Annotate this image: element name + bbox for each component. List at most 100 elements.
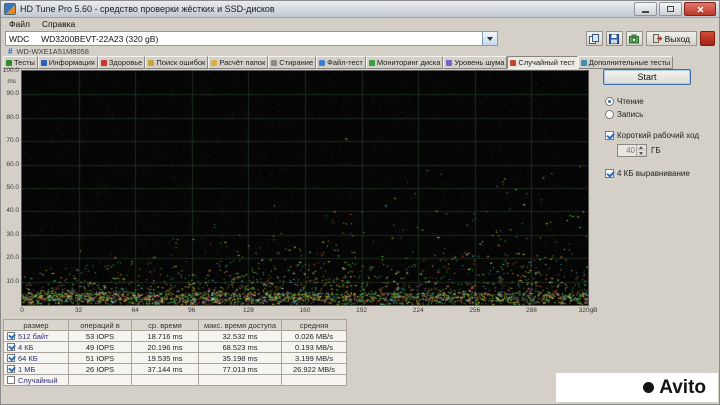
align-4k-checkbox[interactable]: 4 КБ выравнивание bbox=[605, 169, 719, 178]
screenshot-button[interactable] bbox=[625, 31, 643, 46]
close-icon bbox=[697, 6, 703, 12]
drive-selector-value: WDC WD3200BEVT-22A23 (320 gB) bbox=[9, 33, 159, 44]
information-icon bbox=[40, 59, 47, 66]
exit-icon bbox=[652, 34, 662, 43]
tab-disk-monitor[interactable]: Мониторинг диска bbox=[365, 56, 444, 69]
tab-label: Поиск ошибок bbox=[156, 58, 206, 67]
tab-label: Уровень шума bbox=[454, 58, 505, 67]
checkbox-checked-icon bbox=[605, 169, 614, 178]
table-cell-speed: 3.199 MB/s bbox=[282, 353, 346, 363]
row-checkbox[interactable] bbox=[7, 332, 15, 340]
x-tick-label: 224 bbox=[412, 307, 424, 314]
short-stroke-label: Короткий рабочий ход bbox=[617, 131, 700, 140]
tab-file-test[interactable]: Файл-тест bbox=[316, 56, 366, 69]
drive-selector[interactable]: WDC WD3200BEVT-22A23 (320 gB) bbox=[5, 31, 498, 46]
disk-monitor-icon bbox=[368, 59, 375, 66]
spinner-buttons[interactable] bbox=[636, 145, 646, 156]
table-cell-avg: 18.716 ms bbox=[132, 331, 198, 341]
table-cell-iops: 51 IOPS bbox=[69, 353, 131, 363]
y-axis-unit: ms bbox=[7, 78, 16, 85]
tab-label: Стирание bbox=[279, 58, 314, 67]
size-label: 64 КБ bbox=[18, 353, 38, 363]
row-checkbox[interactable] bbox=[7, 354, 15, 362]
titlebar[interactable]: HD Tune Pro 5.60 - средство проверки жёс… bbox=[1, 1, 719, 18]
y-tick-label: 50.0 bbox=[6, 184, 19, 191]
table-header: размер bbox=[4, 320, 68, 330]
table-cell-max: 35.198 ms bbox=[199, 353, 281, 363]
folder-usage-icon bbox=[211, 59, 218, 66]
menubar: Файл Справка bbox=[1, 18, 719, 30]
tab-erase[interactable]: Стирание bbox=[268, 56, 317, 69]
read-radio[interactable]: Чтение bbox=[605, 97, 719, 106]
spinner-down-icon[interactable] bbox=[637, 150, 646, 156]
table-row-size: Случайный bbox=[4, 375, 68, 385]
hdtune-window: HD Tune Pro 5.60 - средство проверки жёс… bbox=[0, 0, 720, 405]
row-checkbox[interactable] bbox=[7, 343, 15, 351]
table-cell-avg: 20.196 ms bbox=[132, 342, 198, 352]
table-header: ср. время bbox=[132, 320, 198, 330]
tests-icon bbox=[6, 59, 12, 66]
tab-label: Случайный тест bbox=[518, 58, 575, 67]
window-title: HD Tune Pro 5.60 - средство проверки жёс… bbox=[20, 4, 275, 14]
write-radio[interactable]: Запись bbox=[605, 110, 719, 119]
capacity-input[interactable]: 40 bbox=[617, 144, 647, 157]
size-label: Случайный bbox=[18, 375, 58, 385]
exit-label: Выход bbox=[664, 33, 690, 44]
y-tick-label: 40.0 bbox=[6, 207, 19, 215]
table-cell-max: 77.013 ms bbox=[199, 364, 281, 374]
start-button[interactable]: Start bbox=[603, 69, 691, 85]
tab-label: Здоровье bbox=[108, 58, 143, 67]
copy-button[interactable] bbox=[585, 31, 603, 46]
error-scan-icon bbox=[148, 59, 155, 66]
x-tick-label: 32 bbox=[74, 307, 83, 314]
avito-logo-dot-icon bbox=[643, 382, 655, 393]
menu-file[interactable]: Файл bbox=[3, 19, 36, 29]
y-tick-label: 80.0 bbox=[6, 113, 19, 121]
row-checkbox[interactable] bbox=[7, 365, 15, 373]
minimize-button[interactable] bbox=[634, 2, 657, 16]
tab-information[interactable]: Информация bbox=[37, 56, 98, 69]
dropdown-arrow-icon[interactable] bbox=[482, 32, 497, 45]
file-test-icon bbox=[319, 59, 326, 66]
y-tick-label: 100.0 bbox=[2, 67, 19, 74]
x-tick-label: 288 bbox=[525, 307, 537, 314]
tab-error-scan[interactable]: Поиск ошибок bbox=[145, 56, 209, 69]
y-tick-label: 60.0 bbox=[6, 160, 19, 168]
table-cell-max: 68.523 ms bbox=[199, 342, 281, 352]
tab-health[interactable]: Здоровье bbox=[97, 56, 146, 69]
tab-random-test[interactable]: Случайный тест bbox=[507, 56, 578, 69]
y-tick-label: 90.0 bbox=[6, 90, 19, 98]
health-icon bbox=[100, 59, 107, 66]
tab-noise-level[interactable]: Уровень шума bbox=[443, 56, 508, 69]
table-cell-max: 32.532 ms bbox=[199, 331, 281, 341]
table-cell-iops: 53 IOPS bbox=[69, 331, 131, 341]
app-icon bbox=[4, 3, 16, 15]
short-stroke-checkbox[interactable]: Короткий рабочий ход bbox=[605, 131, 719, 140]
size-label: 512 байт bbox=[18, 331, 49, 341]
window-controls bbox=[634, 2, 716, 16]
row-checkbox[interactable] bbox=[7, 376, 15, 384]
x-tick-label: 192 bbox=[356, 307, 368, 314]
side-panel: Start Чтение Запись Короткий рабочий ход… bbox=[595, 67, 719, 178]
save-screenshot-button[interactable] bbox=[605, 31, 623, 46]
close-button[interactable] bbox=[684, 2, 716, 16]
exit-button[interactable]: Выход bbox=[645, 31, 697, 46]
record-icon[interactable] bbox=[700, 31, 715, 46]
y-tick-label: 30.0 bbox=[6, 230, 19, 238]
toolbar: WDC WD3200BEVT-22A23 (320 gB) Выход bbox=[1, 30, 719, 47]
maximize-button[interactable] bbox=[659, 2, 682, 16]
x-tick-label: 96 bbox=[188, 307, 196, 314]
menu-help[interactable]: Справка bbox=[36, 19, 81, 29]
tab-label: Мониторинг диска bbox=[376, 58, 441, 67]
table-row-size: 4 КБ bbox=[4, 342, 68, 352]
table-header: средняя bbox=[282, 320, 346, 330]
camera-icon bbox=[629, 34, 640, 43]
toolbar-actions: Выход bbox=[585, 31, 715, 46]
table-cell-iops: 49 IOPS bbox=[69, 342, 131, 352]
y-axis: 100.0 90.0 80.0 70.0 60.0 50.0 40.0 30.0 20.0 10.… bbox=[2, 67, 20, 309]
tab-folder-usage[interactable]: Расчёт папок bbox=[208, 56, 269, 69]
table-row-size: 64 КБ bbox=[4, 353, 68, 363]
table-cell-speed: 26.922 MB/s bbox=[282, 364, 346, 374]
tab-label: Файл-тест bbox=[327, 58, 363, 67]
x-tick-label: 256 bbox=[469, 307, 481, 314]
